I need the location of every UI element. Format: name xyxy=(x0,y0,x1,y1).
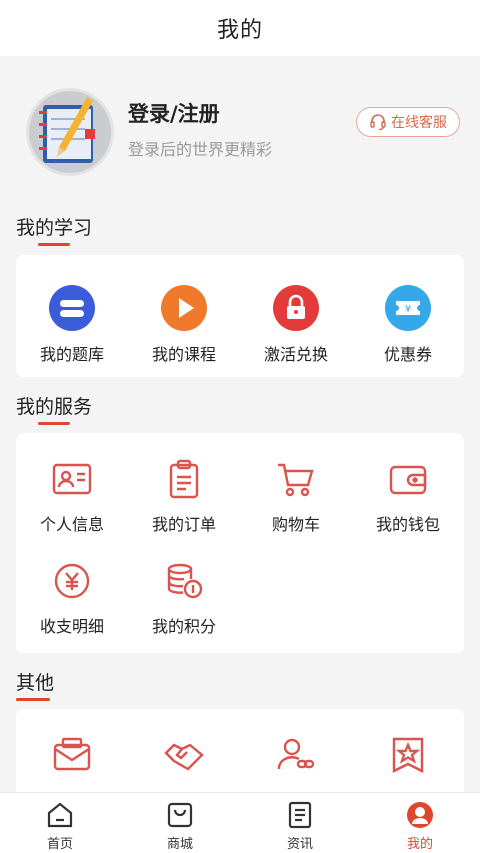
grid-item-label: 个人信息 xyxy=(39,515,104,534)
headset-icon xyxy=(370,114,386,131)
profile-icon xyxy=(404,799,436,831)
tab-label: 我的 xyxy=(406,837,433,852)
tab-label: 资讯 xyxy=(286,837,313,852)
login-subtitle: 登录后的世界更精彩 xyxy=(128,140,273,159)
svg-text:¥: ¥ xyxy=(405,304,411,315)
grid-item-question-bank[interactable]: 我的题库 xyxy=(16,261,128,364)
section-title-other-label: 其他 xyxy=(16,672,55,694)
grid-item-my-courses[interactable]: 我的课程 xyxy=(128,261,240,364)
top-bar: 我的 xyxy=(0,0,480,56)
tab-label: 首页 xyxy=(46,837,73,852)
grid-item-label: 我的钱包 xyxy=(375,515,440,534)
grid-item-label: 优惠券 xyxy=(383,345,432,364)
mail-icon xyxy=(49,733,95,777)
service-card: 个人信息 我的订单 购物车 我的钱包 收支明细 我的积分 xyxy=(16,433,464,653)
coupon-icon: ¥ xyxy=(385,285,431,331)
grid-item-label: 我的积分 xyxy=(151,617,216,636)
shopping-bag-icon xyxy=(164,799,196,831)
lock-icon xyxy=(273,285,319,331)
coins-icon xyxy=(161,559,207,603)
notebook-pencil-icon xyxy=(39,97,95,163)
grid-item-my-orders[interactable]: 我的订单 xyxy=(128,433,240,535)
tab-news[interactable]: 资讯 xyxy=(240,793,360,853)
section-title-study: 我的学习 xyxy=(16,213,93,246)
handshake-icon xyxy=(161,733,207,777)
grid-item-activate-redeem[interactable]: 激活兑换 xyxy=(240,261,352,364)
section-title-service: 我的服务 xyxy=(16,392,93,425)
cart-icon xyxy=(273,457,319,501)
question-bank-icon xyxy=(49,285,95,331)
avatar[interactable] xyxy=(26,88,114,176)
page-title: 我的 xyxy=(216,18,263,43)
grid-item-my-points[interactable]: 我的积分 xyxy=(128,535,240,637)
clipboard-icon xyxy=(161,457,207,501)
tab-mall[interactable]: 商城 xyxy=(120,793,240,853)
section-underline xyxy=(38,243,70,246)
grid-item-label: 我的课程 xyxy=(151,345,216,364)
home-icon xyxy=(44,799,76,831)
id-card-icon xyxy=(49,457,95,501)
online-service-label: 在线客服 xyxy=(391,115,447,131)
section-underline xyxy=(16,698,50,701)
section-title-study-label: 我的学习 xyxy=(16,217,93,239)
user-link-icon xyxy=(273,733,319,777)
grid-item-label: 我的题库 xyxy=(39,345,104,364)
section-underline xyxy=(38,422,70,425)
news-icon xyxy=(284,799,316,831)
star-badge-icon xyxy=(385,733,431,777)
grid-item-label: 收支明细 xyxy=(39,617,104,636)
section-title-service-label: 我的服务 xyxy=(16,396,93,418)
login-register-link[interactable]: 登录/注册 xyxy=(128,98,220,128)
tab-home[interactable]: 首页 xyxy=(0,793,120,853)
grid-item-coupons[interactable]: ¥ 优惠券 xyxy=(352,261,464,364)
grid-item-label: 激活兑换 xyxy=(263,345,328,364)
section-title-other: 其他 xyxy=(16,668,55,701)
grid-item-my-wallet[interactable]: 我的钱包 xyxy=(352,433,464,535)
tab-mine[interactable]: 我的 xyxy=(360,793,480,853)
grid-item-personal-info[interactable]: 个人信息 xyxy=(16,433,128,535)
wallet-icon xyxy=(385,457,431,501)
grid-item-label: 购物车 xyxy=(271,515,320,534)
grid-item-shopping-cart[interactable]: 购物车 xyxy=(240,433,352,535)
profile-header: 登录/注册 登录后的世界更精彩 在线客服 xyxy=(0,80,480,180)
grid-item-label: 我的订单 xyxy=(151,515,216,534)
grid-item-income-expense[interactable]: 收支明细 xyxy=(16,535,128,637)
study-card: 我的题库 我的课程 激活兑换 ¥ 优惠券 xyxy=(16,255,464,377)
online-service-button[interactable]: 在线客服 xyxy=(356,107,460,137)
tab-label: 商城 xyxy=(166,837,193,852)
bottom-tab-bar: 首页 商城 资讯 我的 xyxy=(0,792,480,853)
yen-circle-icon xyxy=(49,559,95,603)
play-icon xyxy=(161,285,207,331)
